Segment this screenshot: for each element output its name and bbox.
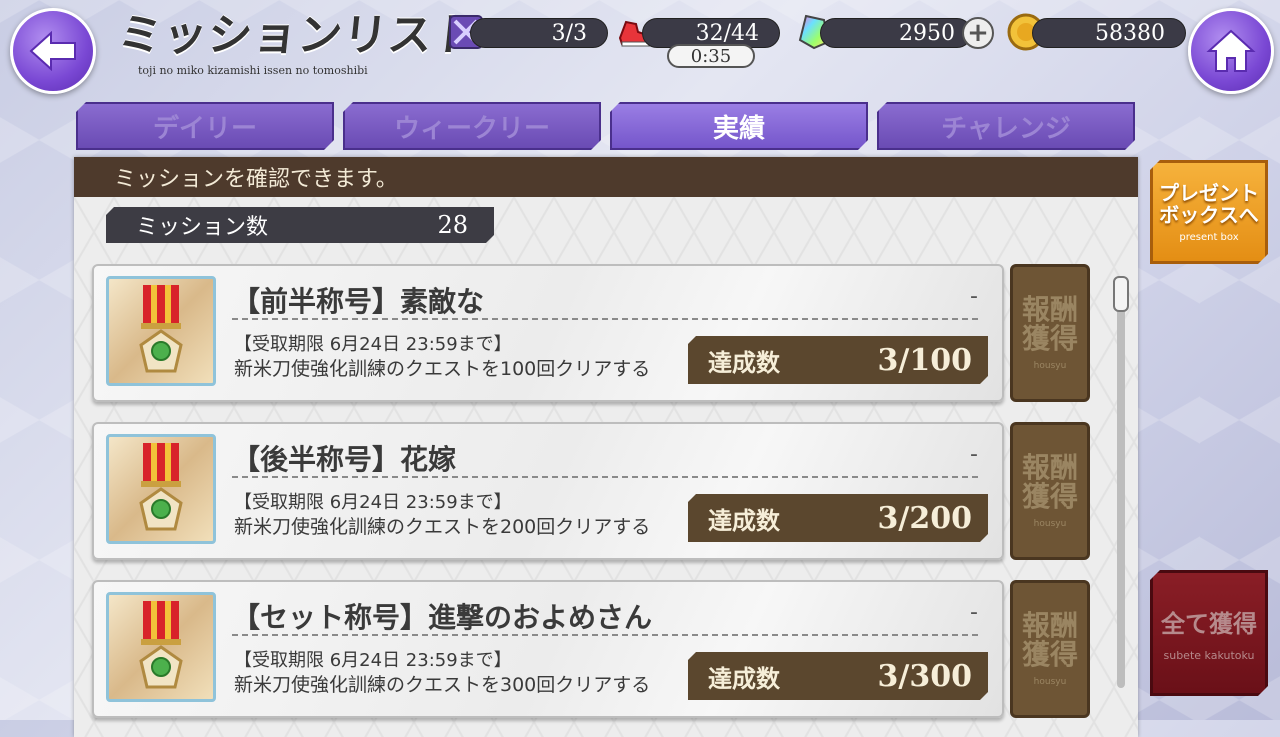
claim-reward-sub: housyu	[1033, 677, 1067, 688]
mission-description: 新米刀使強化訓練のクエストを100回クリアする	[234, 358, 651, 380]
progress-label: 達成数	[708, 506, 780, 535]
claim-reward-button[interactable]: 報酬獲得 housyu	[1010, 264, 1090, 402]
scrollbar-thumb[interactable]	[1113, 276, 1129, 312]
scrollbar-track[interactable]	[1117, 276, 1125, 688]
progress-label: 達成数	[708, 664, 780, 693]
claim-reward-button[interactable]: 報酬獲得 housyu	[1010, 422, 1090, 560]
divider	[232, 318, 978, 320]
mission-card: 【セット称号】進撃のおよめさん - 【受取期限 6月24日 23:59まで】 新…	[92, 580, 1004, 718]
page-subtitle: toji no miko kizamishi issen no tomoshib…	[138, 64, 368, 77]
medal-frame	[106, 276, 216, 386]
panel-header: ミッションを確認できます。	[74, 157, 1138, 197]
add-crystals-button[interactable]: +	[962, 17, 994, 49]
medal-frame	[106, 434, 216, 544]
claim-reward-label: 報酬獲得	[1021, 450, 1078, 513]
mission-status-dash: -	[970, 600, 978, 625]
crystal-counter: 2950	[820, 18, 972, 48]
mission-count-value: 28	[437, 211, 468, 239]
plus-icon: +	[967, 18, 989, 48]
coin-counter: 58380	[1032, 18, 1186, 48]
present-box-button[interactable]: プレゼントボックスへ present box	[1150, 160, 1268, 264]
medal-icon	[139, 443, 183, 531]
divider	[232, 634, 978, 636]
medal-icon	[139, 285, 183, 373]
mission-card: 【後半称号】花嫁 - 【受取期限 6月24日 23:59まで】 新米刀使強化訓練…	[92, 422, 1004, 560]
mission-status-dash: -	[970, 442, 978, 467]
present-box-label: プレゼントボックスへ	[1159, 180, 1259, 227]
progress-value: 3/100	[877, 342, 972, 378]
progress-box: 達成数 3/200	[688, 494, 988, 542]
progress-value: 3/200	[877, 500, 972, 536]
mission-deadline: 【受取期限 6月24日 23:59まで】	[234, 650, 512, 671]
mission-status-dash: -	[970, 284, 978, 309]
back-arrow-icon	[29, 31, 76, 71]
mission-count-bar: ミッション数 28	[106, 207, 494, 243]
claim-reward-label: 報酬獲得	[1021, 608, 1078, 671]
mission-deadline: 【受取期限 6月24日 23:59まで】	[234, 334, 512, 355]
present-box-sub: present box	[1179, 231, 1239, 243]
progress-value: 3/300	[877, 658, 972, 694]
claim-reward-sub: housyu	[1033, 519, 1067, 530]
home-button[interactable]	[1188, 8, 1274, 94]
mission-title: 【後半称号】花嫁	[232, 443, 457, 476]
claim-reward-button[interactable]: 報酬獲得 housyu	[1010, 580, 1090, 718]
mission-title: 【前半称号】素敵な	[232, 285, 485, 318]
tab-achievements[interactable]: 実績	[610, 102, 868, 150]
tab-challenge[interactable]: チャレンジ	[877, 102, 1135, 150]
claim-all-label: 全て獲得	[1161, 610, 1257, 638]
progress-label: 達成数	[708, 348, 780, 377]
mission-description: 新米刀使強化訓練のクエストを200回クリアする	[234, 516, 651, 538]
claim-all-button[interactable]: 全て獲得 subete kakutoku	[1150, 570, 1268, 696]
claim-all-sub: subete kakutoku	[1163, 649, 1255, 662]
medal-frame	[106, 592, 216, 702]
claim-reward-sub: housyu	[1033, 361, 1067, 372]
progress-box: 達成数 3/300	[688, 652, 988, 700]
battle-counter: 3/3	[470, 18, 608, 48]
mission-title: 【セット称号】進撃のおよめさん	[232, 601, 653, 634]
progress-box: 達成数 3/100	[688, 336, 988, 384]
tab-daily[interactable]: デイリー	[76, 102, 334, 150]
mission-deadline: 【受取期限 6月24日 23:59まで】	[234, 492, 512, 513]
mission-card: 【前半称号】素敵な - 【受取期限 6月24日 23:59まで】 新米刀使強化訓…	[92, 264, 1004, 402]
divider	[232, 476, 978, 478]
page-title: ミッションリスト	[115, 10, 481, 61]
back-button[interactable]	[10, 8, 96, 94]
stamina-timer: 0:35	[667, 44, 755, 68]
mission-count-label: ミッション数	[136, 215, 269, 240]
claim-reward-label: 報酬獲得	[1021, 292, 1078, 355]
mission-description: 新米刀使強化訓練のクエストを300回クリアする	[234, 674, 651, 696]
tab-weekly[interactable]: ウィークリー	[343, 102, 601, 150]
title-block: ミッションリスト toji no miko kizamishi issen no…	[115, 10, 481, 77]
medal-icon	[139, 601, 183, 689]
home-icon	[1206, 29, 1256, 72]
